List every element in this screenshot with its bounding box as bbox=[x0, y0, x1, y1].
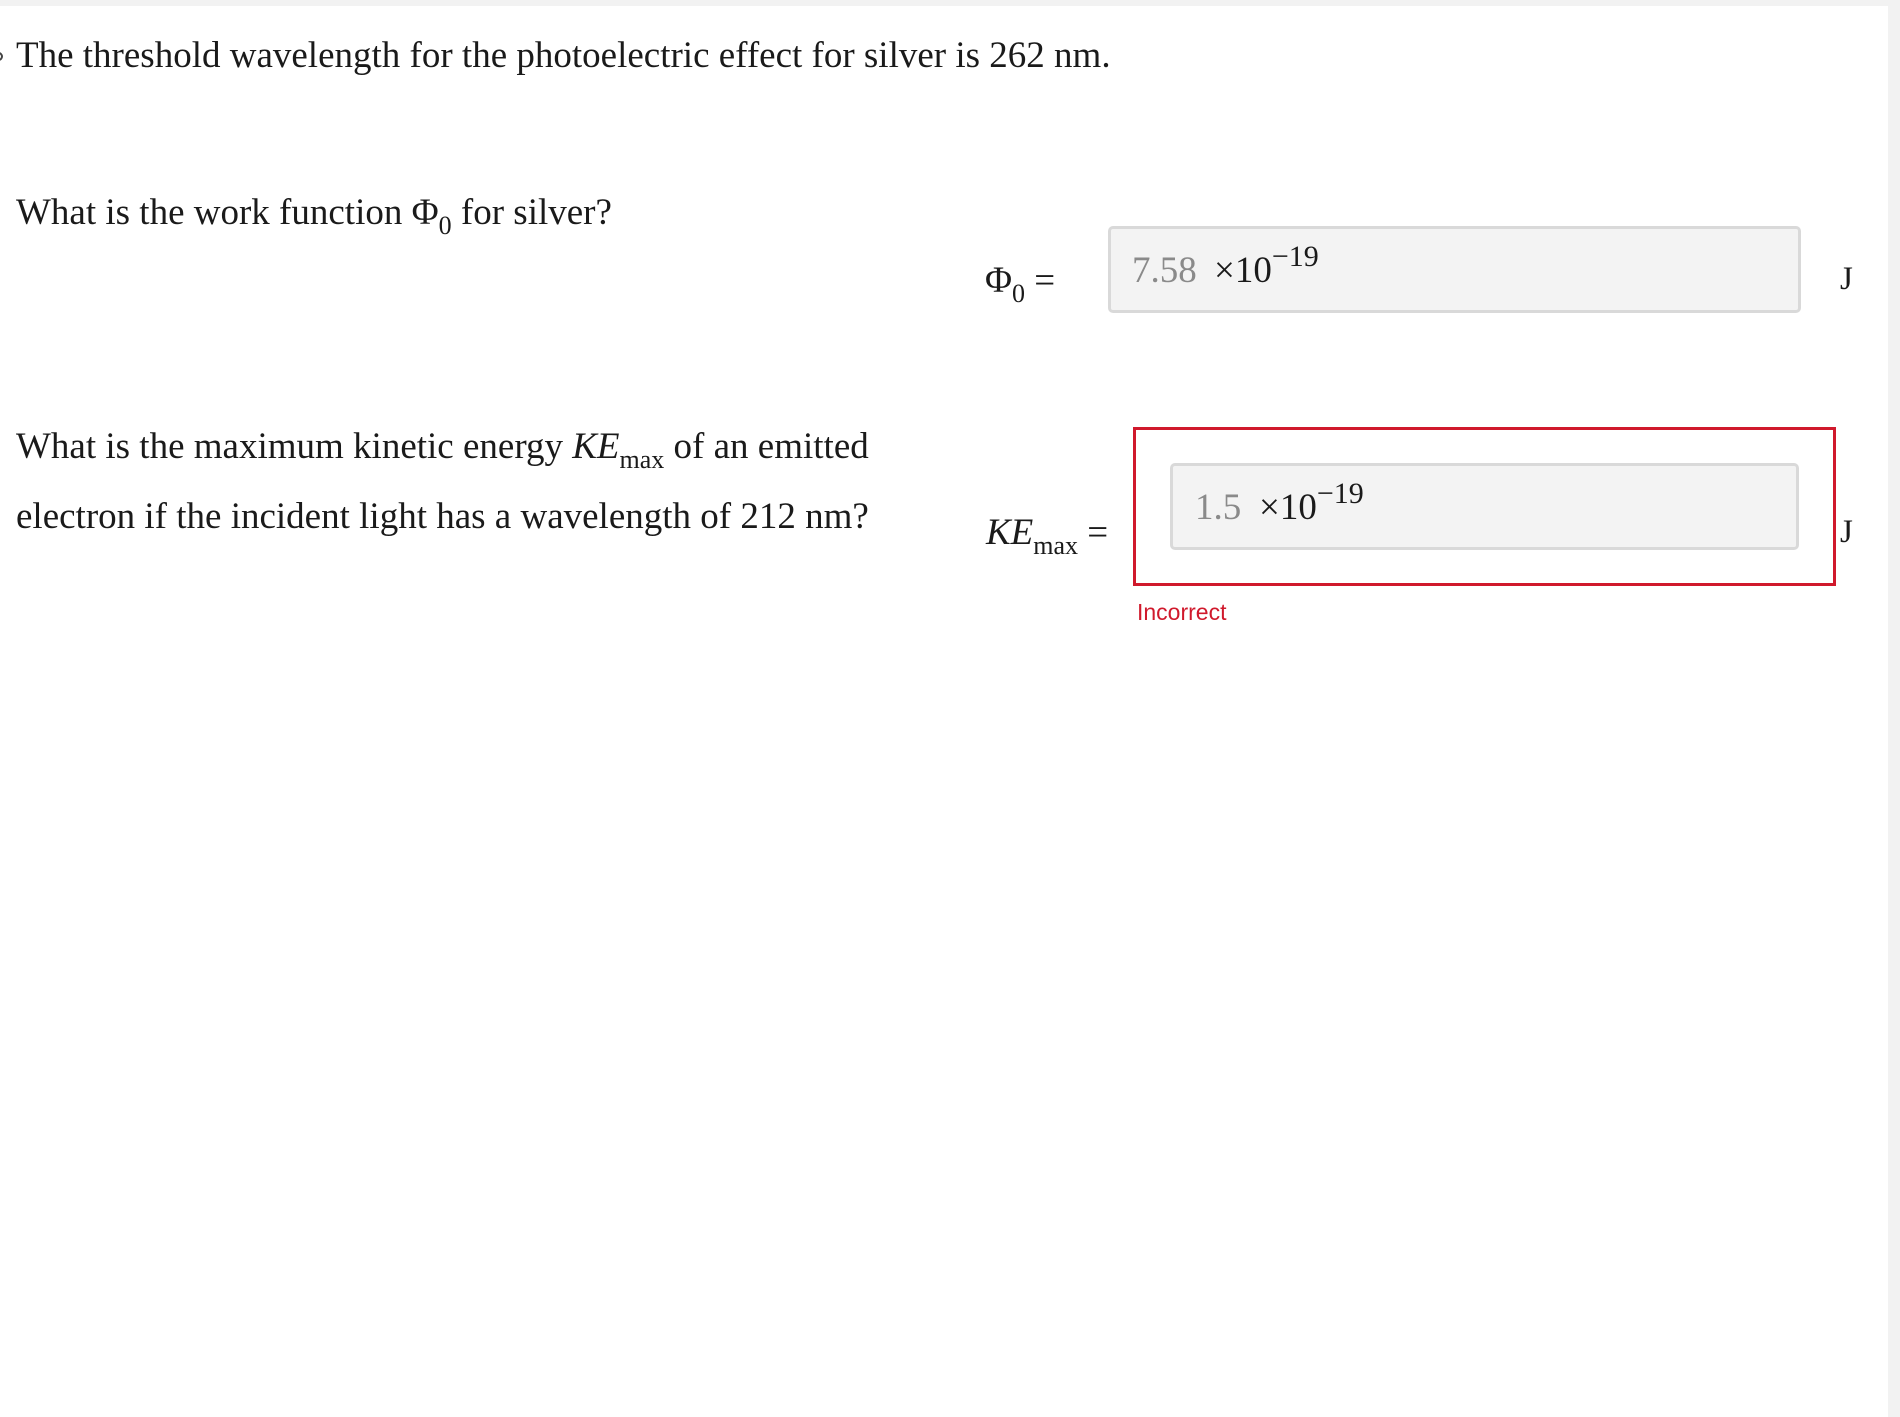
lhs-symbol: KE bbox=[986, 512, 1034, 553]
work-function-answer-field[interactable]: 7.58 ×10−19 bbox=[1108, 226, 1801, 313]
lhs-symbol: Φ bbox=[985, 260, 1013, 301]
lhs-subscript: 0 bbox=[1012, 279, 1026, 308]
problem-statement: The threshold wavelength for the photoel… bbox=[16, 35, 1111, 76]
kinetic-energy-unit: J bbox=[1840, 514, 1853, 550]
problem-page: The threshold wavelength for the photoel… bbox=[0, 6, 1888, 1417]
kinetic-energy-label: KEmax = bbox=[986, 511, 1108, 561]
work-function-unit: J bbox=[1840, 261, 1853, 297]
scientific-notation: ×10−19 bbox=[1214, 240, 1319, 292]
radio-button-icon[interactable] bbox=[0, 52, 3, 61]
exponent: −19 bbox=[1316, 477, 1364, 510]
ke-symbol: KE bbox=[572, 426, 620, 467]
question-work-function: What is the work function Φ0 for silver? bbox=[16, 184, 612, 254]
equals-sign: = bbox=[1034, 260, 1056, 301]
question-kinetic-energy: What is the maximum kinetic energy KEmax… bbox=[16, 418, 896, 545]
answer-value: 1.5 bbox=[1195, 487, 1242, 528]
question-text: What is the work function bbox=[16, 192, 412, 233]
work-function-label: Φ0 = bbox=[985, 259, 1055, 309]
multiplier: ×10 bbox=[1259, 487, 1317, 528]
multiplier: ×10 bbox=[1214, 250, 1272, 291]
exponent: −19 bbox=[1271, 240, 1319, 273]
incorrect-feedback: Incorrect bbox=[1137, 599, 1227, 625]
lhs-subscript: max bbox=[1033, 531, 1079, 560]
equals-sign: = bbox=[1087, 512, 1109, 553]
phi-symbol: Φ bbox=[411, 192, 439, 233]
question-text-end: for silver? bbox=[451, 192, 612, 233]
phi-subscript: 0 bbox=[438, 211, 452, 240]
kinetic-energy-answer-field[interactable]: 1.5 ×10−19 bbox=[1170, 463, 1799, 550]
ke-subscript: max bbox=[619, 445, 665, 474]
scientific-notation: ×10−19 bbox=[1259, 477, 1364, 529]
question-text: What is the maximum kinetic energy bbox=[16, 426, 573, 467]
answer-value: 7.58 bbox=[1132, 250, 1197, 291]
